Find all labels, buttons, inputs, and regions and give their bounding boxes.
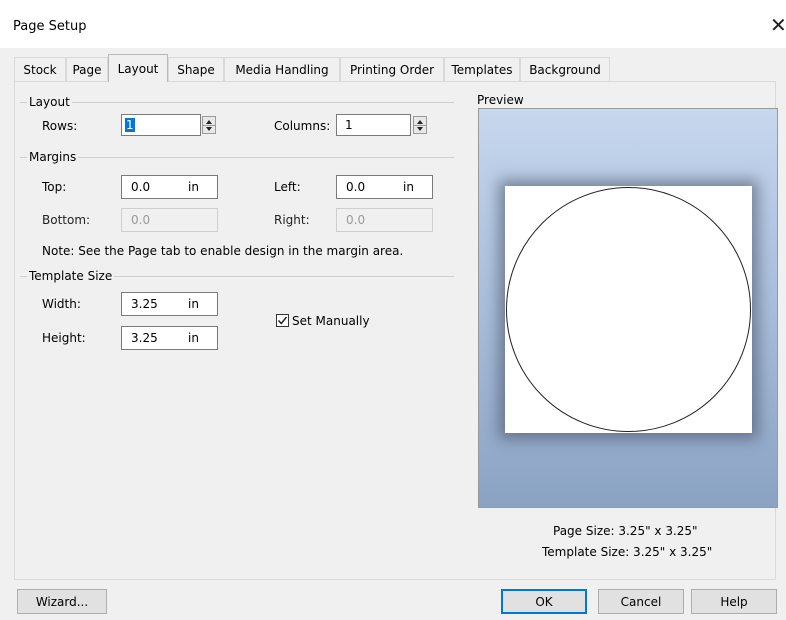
right-margin-label: Right: (274, 213, 310, 227)
right-margin-input: 0.0 (336, 208, 433, 232)
window-title: Page Setup (13, 19, 87, 34)
columns-label: Columns: (274, 119, 331, 133)
tab-media-handling[interactable]: Media Handling (224, 57, 340, 82)
spin-down-icon[interactable] (417, 127, 423, 131)
left-margin-value: 0.0 (346, 180, 366, 194)
columns-input[interactable]: 1 (336, 114, 411, 136)
cancel-button[interactable]: Cancel (598, 589, 684, 614)
layout-section-title: Layout (27, 95, 72, 109)
layout-section-divider (20, 102, 454, 103)
template-section-title: Template Size (27, 269, 115, 283)
left-margin-label: Left: (274, 180, 301, 194)
bottom-margin-input: 0.0 (121, 208, 218, 232)
preview-page (505, 186, 752, 433)
width-unit: in (188, 297, 199, 311)
spin-down-icon[interactable] (206, 127, 212, 131)
preview-title: Preview (477, 93, 524, 107)
margins-section-divider (20, 157, 454, 158)
tab-page[interactable]: Page (66, 57, 108, 82)
height-unit: in (188, 331, 199, 345)
rows-input[interactable]: 1 (121, 114, 201, 136)
margin-note: Note: See the Page tab to enable design … (42, 244, 404, 258)
top-margin-label: Top: (42, 180, 67, 194)
columns-value: 1 (345, 118, 353, 132)
height-input[interactable]: 3.25 in (121, 326, 218, 350)
bottom-margin-value: 0.0 (131, 213, 151, 227)
set-manually-label[interactable]: Set Manually (292, 314, 370, 328)
left-margin-unit: in (403, 180, 414, 194)
left-margin-input[interactable]: 0.0 in (336, 175, 433, 199)
bottom-margin-label: Bottom: (42, 213, 91, 227)
spin-up-icon[interactable] (206, 120, 212, 124)
top-margin-input[interactable]: 0.0 in (121, 175, 218, 199)
rows-value: 1 (125, 118, 135, 132)
rows-label: Rows: (42, 119, 78, 133)
close-icon[interactable]: ✕ (770, 15, 786, 35)
title-bar: Page Setup ✕ (0, 0, 786, 48)
page-size-text: Page Size: 3.25" x 3.25" (553, 524, 698, 538)
checkmark-icon (277, 316, 288, 325)
rows-spinner[interactable] (202, 116, 216, 134)
width-value: 3.25 (131, 297, 158, 311)
set-manually-checkbox[interactable] (276, 314, 289, 327)
height-label: Height: (42, 331, 86, 345)
tab-stock[interactable]: Stock (14, 57, 66, 82)
right-margin-value: 0.0 (346, 213, 366, 227)
tab-shape[interactable]: Shape (168, 57, 224, 82)
help-button[interactable]: Help (691, 589, 777, 614)
top-margin-unit: in (188, 180, 199, 194)
width-input[interactable]: 3.25 in (121, 292, 218, 316)
template-circle-shape (506, 187, 751, 432)
height-value: 3.25 (131, 331, 158, 345)
tab-templates[interactable]: Templates (444, 57, 520, 82)
tab-layout[interactable]: Layout (108, 54, 168, 82)
margins-section-title: Margins (27, 150, 79, 164)
spin-up-icon[interactable] (417, 120, 423, 124)
tab-printing-order[interactable]: Printing Order (340, 57, 444, 82)
width-label: Width: (42, 297, 81, 311)
wizard-button[interactable]: Wizard... (17, 589, 107, 614)
top-margin-value: 0.0 (131, 180, 151, 194)
tab-background[interactable]: Background (520, 57, 610, 82)
ok-button[interactable]: OK (501, 589, 587, 614)
template-size-text: Template Size: 3.25" x 3.25" (542, 545, 713, 559)
columns-spinner[interactable] (413, 116, 427, 134)
